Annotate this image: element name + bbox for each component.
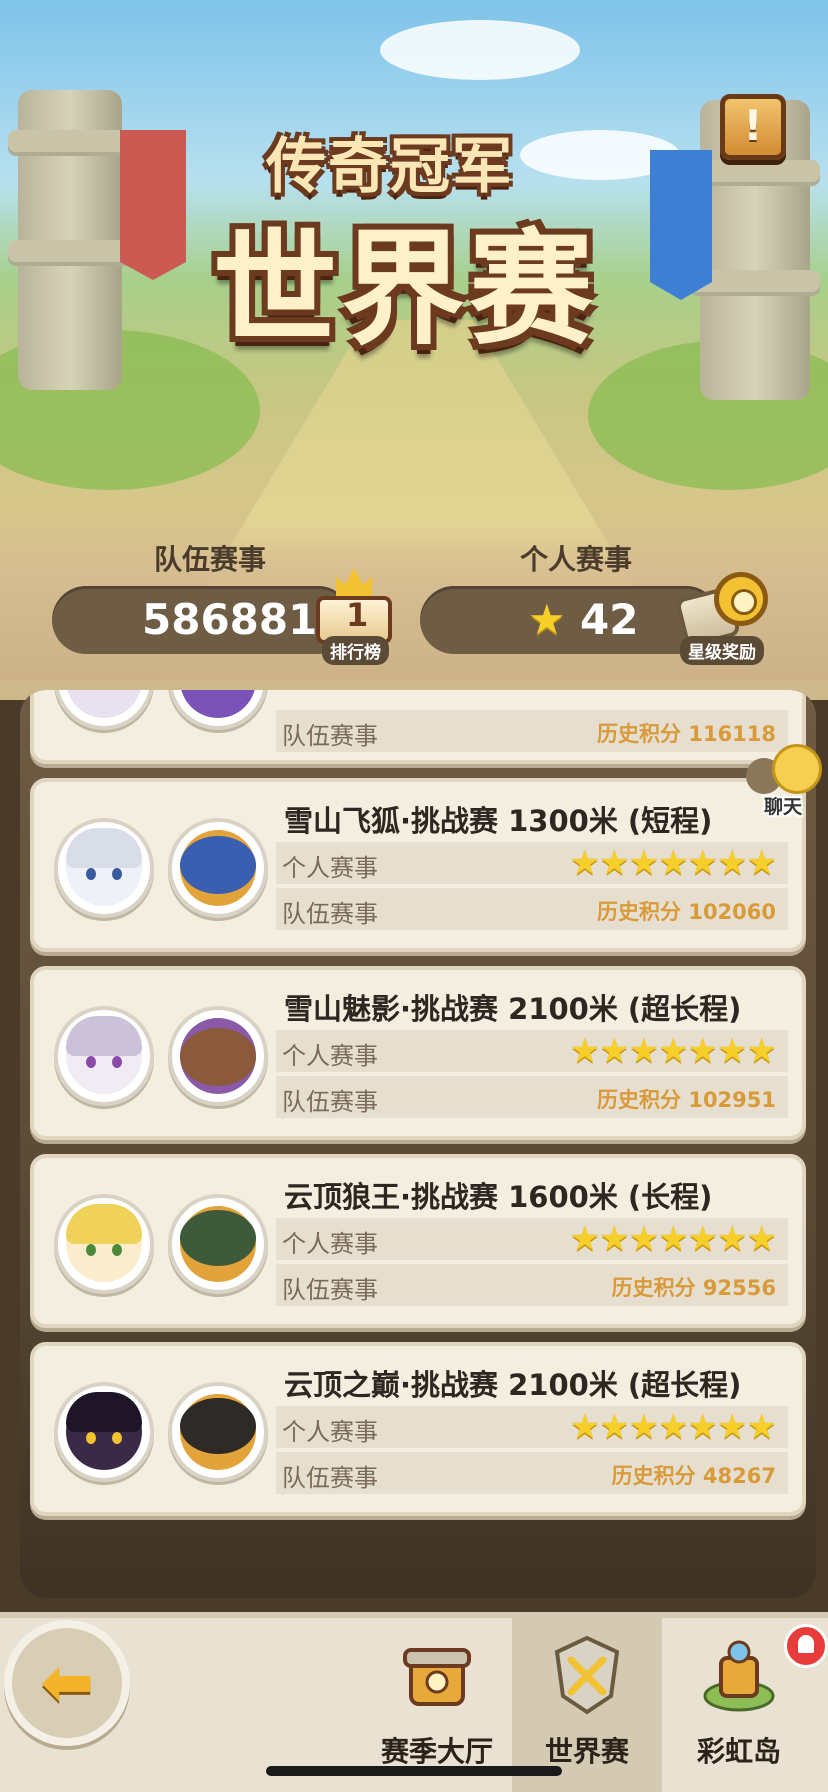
mount-avatar [168,1194,268,1294]
character-avatar [54,818,154,918]
nav-world-cup[interactable]: 世界赛 [512,1612,662,1792]
challenge-card[interactable]: 云顶之巅·挑战赛 2100米 (超长程) 个人赛事 ★★★★★★★ 队伍赛事 历… [30,1342,806,1516]
star-rating: ★★★★★★★ [569,843,777,883]
team-score-value: 586881 [142,595,318,644]
mount-avatar [168,690,268,730]
cloud [380,20,580,80]
challenge-title: 雪山魅影·挑战赛 2100米 (超长程) [284,992,742,1026]
team-event-row: 队伍赛事 历史积分 102951 [276,1076,788,1118]
team-event-row-label: 队伍赛事 [282,1276,378,1304]
star-icon: ★ [528,595,566,644]
personal-event-row: 个人赛事 ★★★★★★★ [276,1030,788,1072]
ranking-caption: 排行榜 [322,636,389,665]
challenge-card[interactable]: 队伍赛事 历史积分 116118 [30,690,806,764]
team-event-label: 队伍赛事 [154,543,267,576]
team-event-row: 队伍赛事 历史积分 102060 [276,888,788,930]
character-avatar [54,1382,154,1482]
world-cup-icon [554,1635,620,1715]
star-rating: ★★★★★★★ [569,1219,777,1259]
personal-score-pill: ★ 42 [420,586,720,654]
history-score: 历史积分 92556 [611,1276,776,1300]
scroll-info-button[interactable]: ! [720,94,786,160]
home-indicator[interactable] [266,1766,562,1776]
nav-world-cup-label: 世界赛 [544,1735,629,1768]
personal-event-label: 个人赛事 [520,543,633,576]
personal-event-row-label: 个人赛事 [282,1230,378,1258]
team-event-row: 队伍赛事 历史积分 48267 [276,1452,788,1494]
ranking-button[interactable]: 1 排行榜 [308,568,400,665]
character-avatar [54,1006,154,1106]
back-arrow-icon: ⬅ [40,1646,94,1720]
challenge-card[interactable]: 云顶狼王·挑战赛 1600米 (长程) 个人赛事 ★★★★★★★ 队伍赛事 历史… [30,1154,806,1328]
team-event-row-label: 队伍赛事 [282,722,378,750]
history-score: 历史积分 102951 [597,1088,776,1112]
mount-avatar [168,1382,268,1482]
nav-season-hall[interactable]: 赛季大厅 [362,1612,512,1792]
red-banner [120,130,186,280]
chat-mascot-icon [772,744,822,794]
star-reward-caption: 星级奖励 [680,636,764,665]
challenge-title: 云顶之巅·挑战赛 2100米 (超长程) [284,1368,742,1402]
team-event-row: 队伍赛事 历史积分 116118 [276,710,788,752]
challenge-title: 雪山飞狐·挑战赛 1300米 (短程) [284,804,713,838]
history-score: 历史积分 102060 [597,900,776,924]
challenge-card[interactable]: 雪山飞狐·挑战赛 1300米 (短程) 个人赛事 ★★★★★★★ 队伍赛事 历史… [30,778,806,952]
nav-rainbow-island-label: 彩虹岛 [696,1735,781,1768]
star-rating: ★★★★★★★ [569,1031,777,1071]
back-button[interactable]: ⬅ [4,1620,130,1746]
stone-pillar-left [8,90,132,390]
personal-event-row-label: 个人赛事 [282,854,378,882]
star-rating: ★★★★★★★ [569,1407,777,1447]
mount-avatar [168,1006,268,1106]
scroll-info-icon: ! [743,101,763,150]
key-icon [714,572,768,626]
personal-event-row: 个人赛事 ★★★★★★★ [276,1218,788,1260]
personal-event-row-label: 个人赛事 [282,1418,378,1446]
page-title: 世界赛 [212,218,597,362]
team-event-row: 队伍赛事 历史积分 92556 [276,1264,788,1306]
team-event-row-label: 队伍赛事 [282,900,378,928]
nav-season-hall-label: 赛季大厅 [380,1735,493,1768]
challenge-title: 云顶狼王·挑战赛 1600米 (长程) [284,1180,713,1214]
team-event-row-label: 队伍赛事 [282,1088,378,1116]
personal-event-row-label: 个人赛事 [282,1042,378,1070]
chat-label: 聊天 [764,796,803,818]
personal-event-row: 个人赛事 ★★★★★★★ [276,1406,788,1448]
history-score: 历史积分 48267 [611,1464,776,1488]
crown-icon [336,568,372,596]
season-hall-icon [403,1648,471,1706]
blue-banner [650,150,712,300]
personal-star-count: 42 [580,595,639,644]
team-event-row-label: 队伍赛事 [282,1464,378,1492]
chat-button[interactable]: 聊天 [744,744,828,818]
team-score-pill: 586881 [52,586,352,654]
notification-bell-icon[interactable] [784,1624,828,1668]
mount-avatar [168,818,268,918]
character-avatar [54,690,154,730]
personal-event-row: 个人赛事 ★★★★★★★ [276,842,788,884]
character-avatar [54,1194,154,1294]
star-reward-button[interactable]: 星级奖励 [674,566,774,665]
rainbow-island-icon [703,1640,775,1712]
challenge-list[interactable]: 队伍赛事 历史积分 116118 雪山飞狐·挑战赛 1300米 (短程) 个人赛… [20,690,816,1598]
rank-number: 1 [346,596,369,634]
challenge-card[interactable]: 雪山魅影·挑战赛 2100米 (超长程) 个人赛事 ★★★★★★★ 队伍赛事 历… [30,966,806,1140]
